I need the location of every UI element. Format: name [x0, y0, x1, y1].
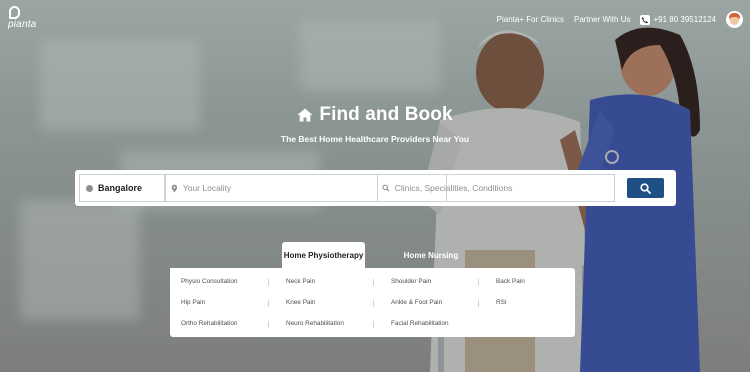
phone-number: +91 80 39512124 — [653, 15, 716, 24]
service-link[interactable]: Hip Pain — [181, 296, 205, 310]
phone-contact[interactable]: +91 80 39512124 — [640, 14, 716, 25]
partner-link[interactable]: Partner With Us — [574, 15, 630, 24]
logo-wordmark: pianta — [8, 19, 37, 30]
service-link[interactable]: Physio Consultation — [181, 275, 237, 289]
globe-icon — [86, 184, 93, 192]
services-row: Ortho Rehabilitation Neuro Rehabilitatio… — [170, 317, 575, 331]
search-button[interactable] — [627, 178, 664, 198]
services-row: Hip Pain Knee Pain Ankle & Foot Pain RSI — [170, 296, 575, 310]
query-field[interactable] — [377, 174, 615, 202]
service-link[interactable]: Shoulder Pain — [391, 275, 431, 289]
page-title: Find and Book — [319, 104, 453, 125]
tab-home-nursing[interactable]: Home Nursing — [395, 242, 467, 269]
service-link[interactable]: RSI — [496, 296, 507, 310]
service-link[interactable]: Ankle & Foot Pain — [391, 296, 442, 310]
hero-heading: Find and Book — [0, 104, 750, 127]
query-input[interactable] — [389, 183, 614, 193]
service-link[interactable]: Facial Rehabilitation — [391, 317, 449, 331]
user-avatar[interactable] — [726, 11, 743, 28]
location-pin-icon — [171, 184, 178, 192]
service-link[interactable]: Neuro Rehabilitation — [286, 317, 344, 331]
tab-home-physiotherapy[interactable]: Home Physiotherapy — [282, 242, 365, 269]
top-navigation: Pianta+ For Clinics Partner With Us +91 … — [497, 11, 743, 28]
services-row: Physio Consultation Neck Pain Shoulder P… — [170, 275, 575, 289]
services-panel: Physio Consultation Neck Pain Shoulder P… — [170, 268, 575, 337]
city-selector[interactable]: Bangalore — [79, 174, 165, 202]
search-icon — [640, 182, 651, 194]
service-link[interactable]: Knee Pain — [286, 296, 316, 310]
search-small-icon — [382, 184, 390, 192]
service-link[interactable]: Neck Pain — [286, 275, 315, 289]
pianta-logo[interactable]: pianta — [8, 6, 42, 30]
hero-subtitle: The Best Home Healthcare Providers Near … — [280, 134, 470, 144]
service-link[interactable]: Ortho Rehabilitation — [181, 317, 237, 331]
home-icon — [297, 108, 313, 122]
search-bar: Bangalore — [75, 170, 676, 206]
city-value: Bangalore — [98, 183, 143, 193]
logo-mark-icon — [9, 6, 20, 19]
clinics-link[interactable]: Pianta+ For Clinics — [497, 15, 564, 24]
service-link[interactable]: Back Pain — [496, 275, 525, 289]
phone-icon — [640, 14, 651, 25]
